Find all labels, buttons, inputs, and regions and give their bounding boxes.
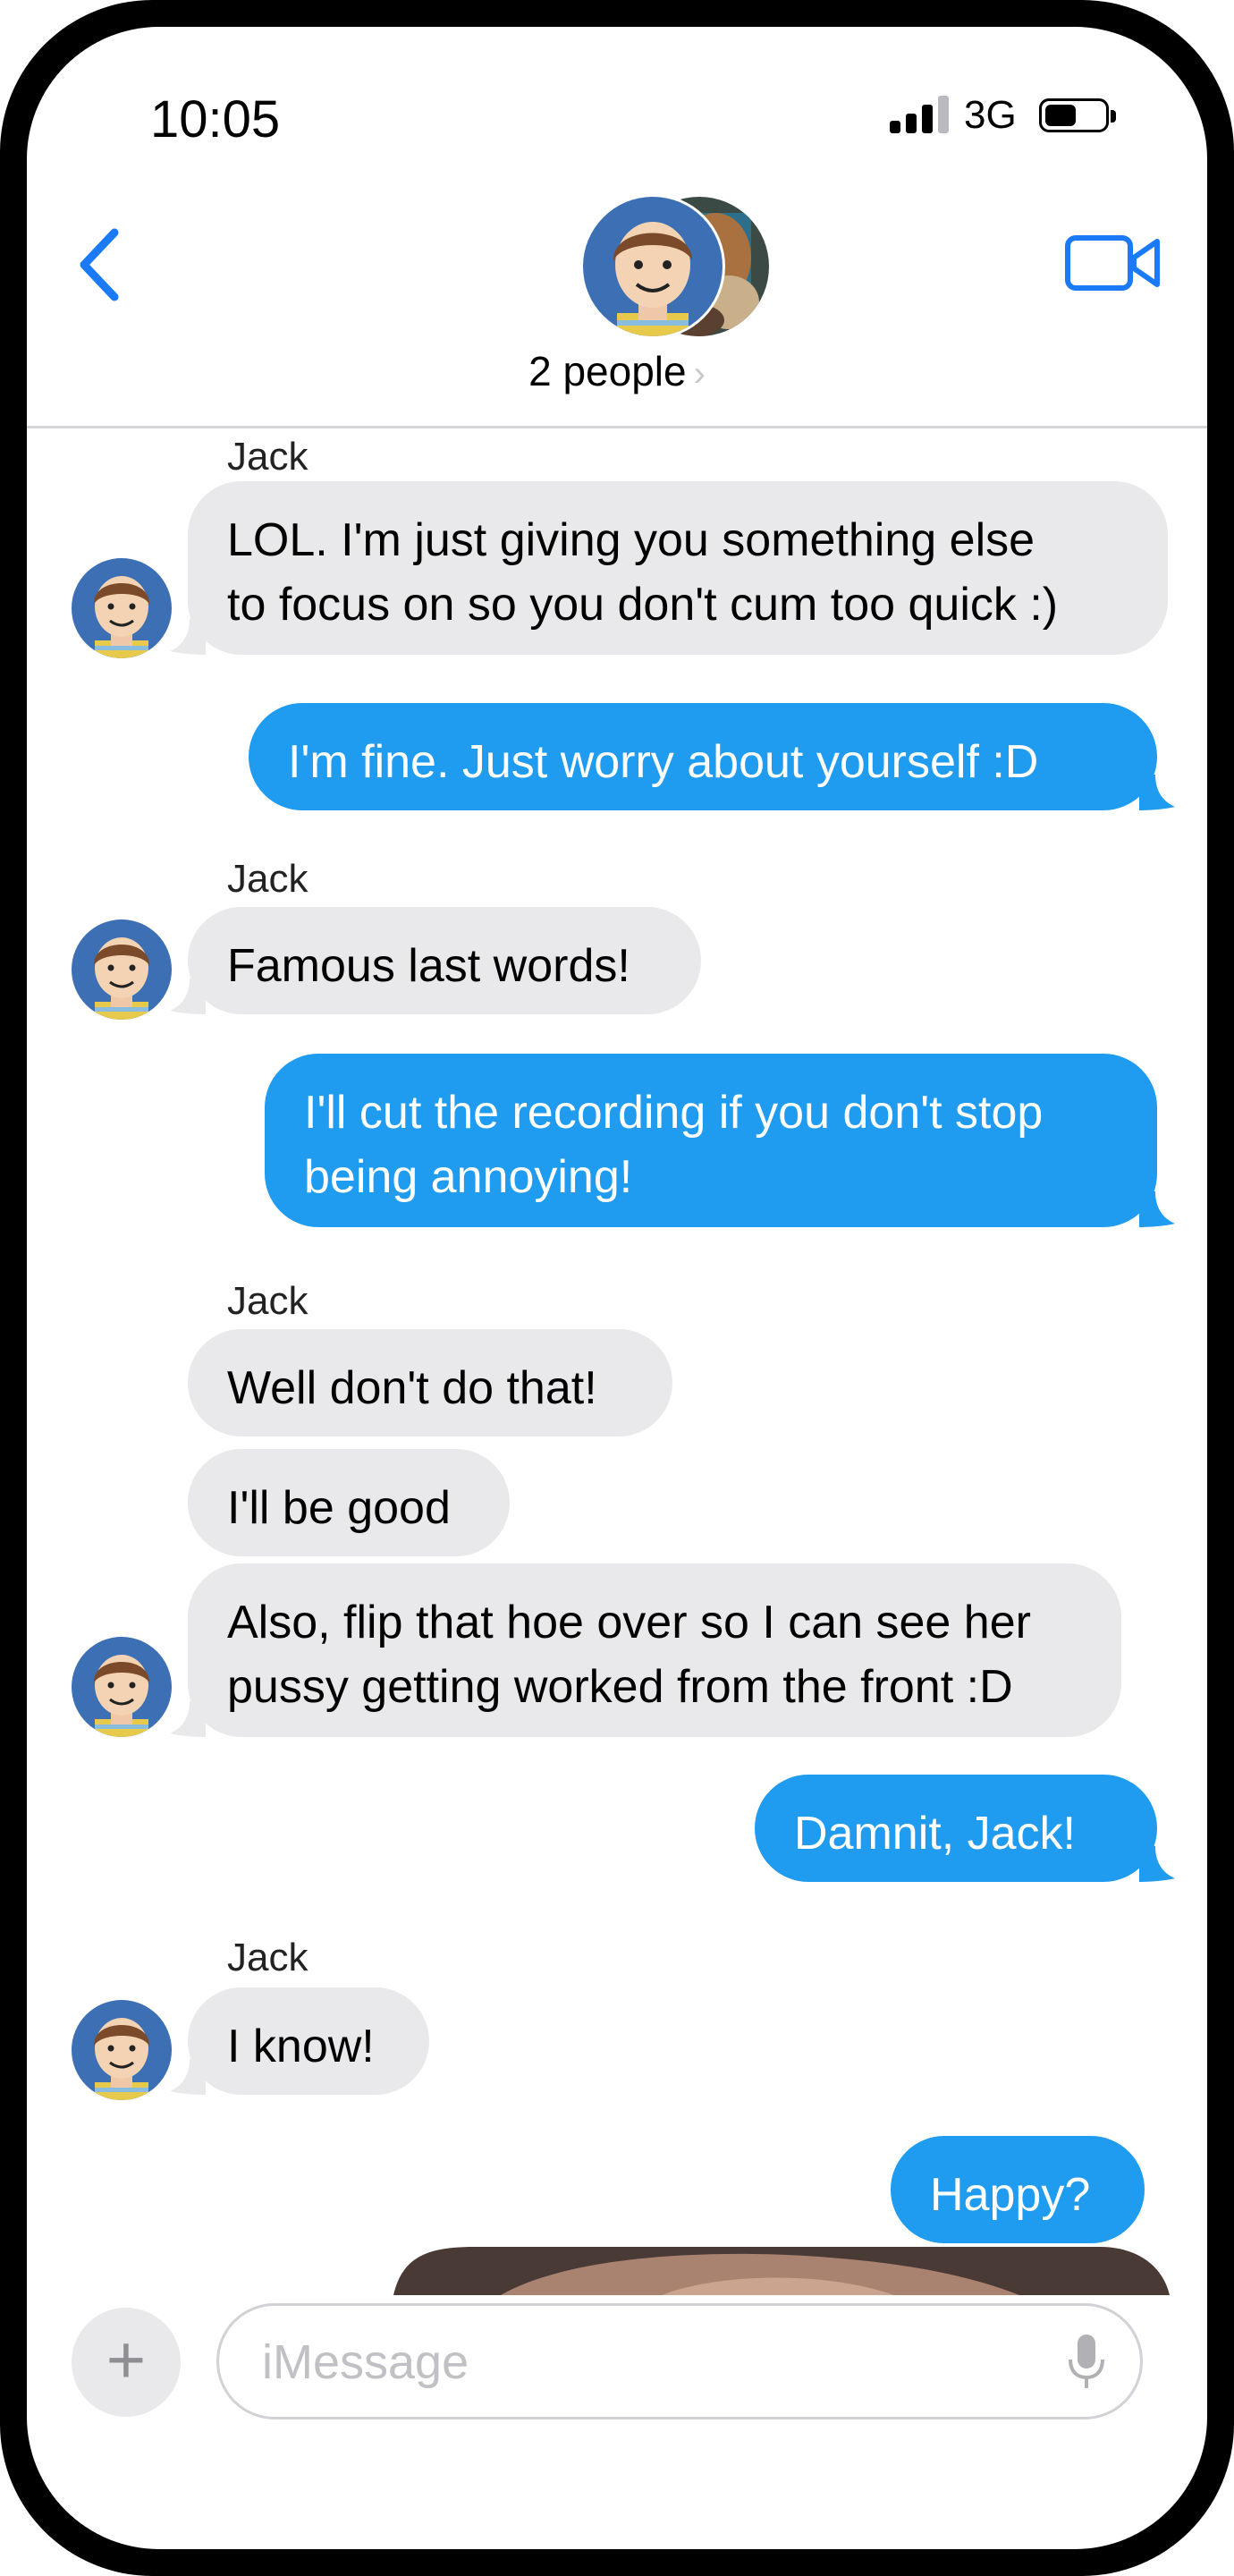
bubble-tail bbox=[170, 1701, 206, 1737]
bubble-tail bbox=[170, 619, 206, 655]
video-call-icon[interactable] bbox=[1064, 227, 1162, 299]
received-message-bubble[interactable]: I know! bbox=[188, 1987, 429, 2095]
jack-avatar[interactable] bbox=[72, 2000, 172, 2100]
status-time: 10:05 bbox=[150, 90, 281, 148]
signal-icon bbox=[890, 96, 949, 133]
jack-avatar[interactable] bbox=[72, 1637, 172, 1737]
sender-name: Jack bbox=[227, 1936, 308, 1979]
sent-message-bubble[interactable]: I'll cut the recording if you don't stop… bbox=[265, 1054, 1157, 1227]
sent-message-bubble[interactable]: Damnit, Jack! bbox=[755, 1775, 1157, 1882]
header-divider bbox=[27, 426, 1207, 428]
conversation-participants[interactable]: 2 people › bbox=[27, 347, 1207, 395]
bubble-tail bbox=[170, 979, 206, 1014]
network-type: 3G bbox=[964, 93, 1017, 137]
jack-avatar[interactable] bbox=[72, 558, 172, 658]
received-message-bubble[interactable]: Well don't do that! bbox=[188, 1329, 672, 1436]
phone-screen: 10:05 3G 2 people › Jack LOL. I'm just g… bbox=[27, 27, 1207, 2549]
imessage-input[interactable]: iMessage bbox=[216, 2303, 1143, 2419]
battery-icon bbox=[1039, 98, 1116, 132]
bubble-tail bbox=[170, 2059, 206, 2095]
message-placeholder: iMessage bbox=[262, 2335, 469, 2389]
microphone-icon[interactable] bbox=[1067, 2333, 1106, 2392]
plus-icon: + bbox=[106, 2322, 147, 2398]
bubble-tail bbox=[1139, 1191, 1175, 1227]
received-message-bubble[interactable]: Also, flip that hoe over so I can see he… bbox=[188, 1563, 1121, 1737]
jack-avatar[interactable] bbox=[72, 919, 172, 1020]
received-message-bubble[interactable]: Famous last words! bbox=[188, 907, 701, 1014]
sent-message-bubble[interactable]: Happy? bbox=[891, 2136, 1145, 2243]
photo-message-preview[interactable] bbox=[393, 2247, 1170, 2295]
group-avatar[interactable] bbox=[581, 195, 771, 338]
back-chevron-icon[interactable] bbox=[73, 220, 127, 309]
sender-name: Jack bbox=[227, 435, 308, 479]
received-message-bubble[interactable]: LOL. I'm just giving you something else … bbox=[188, 481, 1168, 655]
sent-message-bubble[interactable]: I'm fine. Just worry about yourself :D bbox=[249, 703, 1157, 810]
sender-name: Jack bbox=[227, 1279, 308, 1323]
bubble-tail bbox=[1139, 1846, 1175, 1882]
sender-name: Jack bbox=[227, 857, 308, 901]
received-message-bubble[interactable]: I'll be good bbox=[188, 1449, 510, 1556]
add-attachment-button[interactable]: + bbox=[72, 2308, 181, 2417]
bubble-tail bbox=[1139, 775, 1175, 810]
chevron-right-icon: › bbox=[693, 354, 706, 394]
participants-label: 2 people bbox=[528, 348, 687, 394]
